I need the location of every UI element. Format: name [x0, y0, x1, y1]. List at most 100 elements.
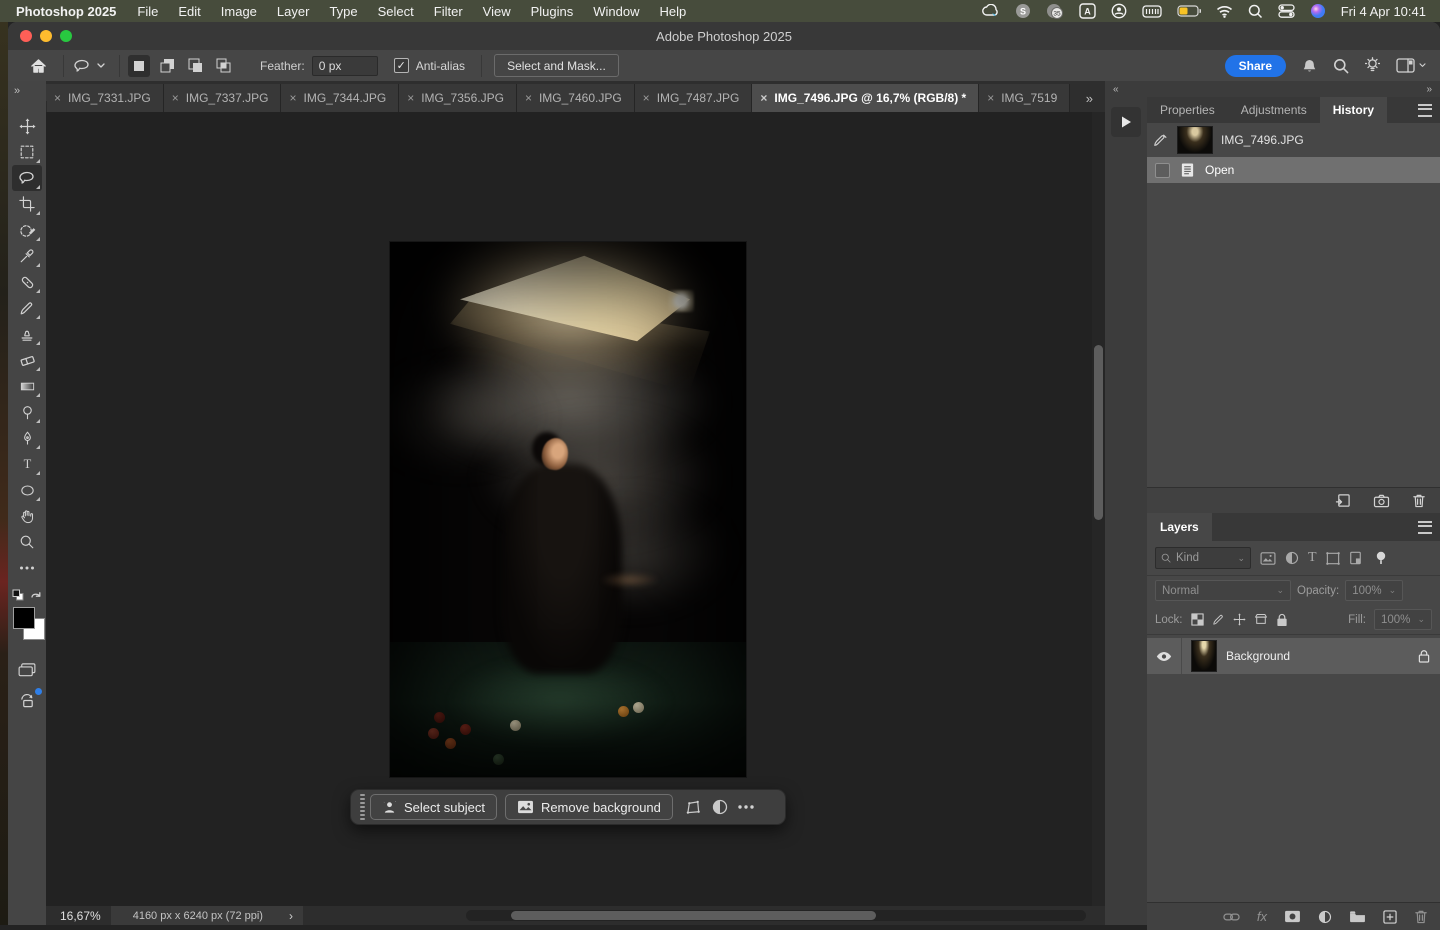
lasso-tool[interactable]: [12, 165, 42, 191]
menu-item-window[interactable]: Window: [593, 4, 639, 19]
menu-bar-clock[interactable]: Fri 4 Apr 10:41: [1341, 4, 1426, 19]
input-source-icon[interactable]: A: [1079, 3, 1096, 19]
filter-type-layers-icon[interactable]: T: [1308, 550, 1317, 566]
document-tab[interactable]: ×IMG_7519: [979, 84, 1070, 112]
menu-item-select[interactable]: Select: [378, 4, 414, 19]
add-to-selection-icon[interactable]: [156, 55, 178, 77]
s-app-icon[interactable]: S: [1015, 3, 1031, 19]
subtract-from-selection-icon[interactable]: [184, 55, 206, 77]
shape-tool[interactable]: [12, 477, 42, 503]
object-selection-tool[interactable]: [12, 217, 42, 243]
tab-close-icon[interactable]: ×: [760, 91, 767, 105]
lock-all-icon[interactable]: [1276, 613, 1288, 627]
menu-app-name[interactable]: Photoshop 2025: [16, 4, 116, 19]
document-tab[interactable]: ×IMG_7487.JPG: [635, 84, 753, 112]
battery-icon[interactable]: [1177, 3, 1201, 19]
badge-35-icon[interactable]: 35: [1046, 3, 1064, 19]
tab-history[interactable]: History: [1320, 97, 1387, 123]
search-icon[interactable]: [1333, 58, 1349, 74]
delete-state-trash-icon[interactable]: [1412, 493, 1426, 508]
blend-mode-dropdown[interactable]: Normal ⌄: [1155, 580, 1291, 601]
vertical-scrollbar-thumb[interactable]: [1094, 345, 1103, 520]
select-and-mask-button[interactable]: Select and Mask...: [494, 54, 619, 77]
keyboard-battery-icon[interactable]: [1142, 3, 1162, 19]
menu-item-edit[interactable]: Edit: [178, 4, 200, 19]
link-layers-icon[interactable]: [1223, 912, 1240, 922]
new-selection-icon[interactable]: [128, 55, 150, 77]
new-adjustment-layer-icon[interactable]: [1318, 910, 1332, 924]
maximize-button[interactable]: [60, 30, 72, 42]
layer-thumbnail[interactable]: [1191, 640, 1217, 672]
new-snapshot-camera-icon[interactable]: [1373, 494, 1390, 508]
home-icon[interactable]: [30, 58, 47, 74]
horizontal-scrollbar-thumb[interactable]: [511, 911, 876, 920]
window-title-bar[interactable]: Adobe Photoshop 2025: [8, 22, 1440, 51]
actions-panel-icon[interactable]: [1111, 107, 1141, 137]
lock-transparency-icon[interactable]: [1191, 613, 1204, 626]
eyedropper-tool[interactable]: [12, 243, 42, 269]
menu-item-plugins[interactable]: Plugins: [531, 4, 574, 19]
quick-mask-icon[interactable]: [12, 657, 42, 683]
type-tool[interactable]: T: [12, 451, 42, 477]
menu-item-type[interactable]: Type: [329, 4, 357, 19]
history-snapshot-row[interactable]: IMG_7496.JPG: [1147, 123, 1440, 157]
creative-cloud-icon[interactable]: [982, 3, 1000, 19]
document-tab[interactable]: ×IMG_7344.JPG: [281, 84, 399, 112]
select-subject-button[interactable]: Select subject: [370, 794, 497, 820]
workspace-switcher-icon[interactable]: [1396, 58, 1426, 73]
menu-item-layer[interactable]: Layer: [277, 4, 310, 19]
collapse-dock-right-icon[interactable]: »: [1426, 84, 1432, 95]
lasso-tool-indicator-icon[interactable]: [72, 57, 105, 75]
add-layer-mask-icon[interactable]: [1284, 910, 1301, 923]
collapse-dock-left-icon[interactable]: «: [1113, 84, 1119, 95]
menu-item-image[interactable]: Image: [221, 4, 257, 19]
tab-close-icon[interactable]: ×: [172, 91, 179, 105]
document-info[interactable]: 4160 px x 6240 px (72 ppi) ›: [111, 906, 303, 925]
layer-filter-kind-dropdown[interactable]: Kind ⌄: [1155, 547, 1251, 569]
spot-healing-brush-tool[interactable]: [12, 269, 42, 295]
user-account-icon[interactable]: [1111, 3, 1127, 19]
menu-item-filter[interactable]: Filter: [434, 4, 463, 19]
crop-tool[interactable]: [12, 191, 42, 217]
tab-close-icon[interactable]: ×: [525, 91, 532, 105]
document-tab[interactable]: ×IMG_7331.JPG: [46, 84, 164, 112]
foreground-background-swatches[interactable]: [12, 605, 42, 645]
screen-mode-icon[interactable]: [12, 687, 42, 713]
eraser-tool[interactable]: [12, 347, 42, 373]
intersect-selection-icon[interactable]: [212, 55, 234, 77]
layers-panel-menu-icon[interactable]: [1418, 513, 1440, 541]
control-center-icon[interactable]: [1278, 3, 1295, 19]
document-tab[interactable]: ×IMG_7460.JPG: [517, 84, 635, 112]
filter-toggle-icon[interactable]: [1375, 551, 1387, 565]
fill-dropdown[interactable]: 100% ⌄: [1374, 609, 1432, 630]
lock-position-icon[interactable]: [1233, 613, 1246, 626]
antialias-checkbox[interactable]: ✓: [394, 58, 409, 73]
foreground-color-swatch[interactable]: [13, 607, 35, 629]
menu-item-view[interactable]: View: [483, 4, 511, 19]
adjustments-icon[interactable]: [707, 799, 733, 815]
filter-smart-objects-icon[interactable]: [1349, 551, 1362, 565]
horizontal-scrollbar[interactable]: [466, 910, 1086, 921]
close-button[interactable]: [20, 30, 32, 42]
layer-name[interactable]: Background: [1226, 649, 1290, 663]
feather-input[interactable]: 0 px: [312, 56, 378, 76]
canvas-area[interactable]: [46, 112, 1105, 906]
discover-lightbulb-icon[interactable]: [1365, 57, 1380, 74]
notifications-bell-icon[interactable]: [1302, 58, 1317, 74]
gradient-tool[interactable]: [12, 373, 42, 399]
tab-close-icon[interactable]: ×: [54, 91, 61, 105]
document-tab[interactable]: ×IMG_7337.JPG: [164, 84, 282, 112]
brush-tool[interactable]: [12, 295, 42, 321]
canvas-image[interactable]: [390, 242, 746, 777]
panel-menu-icon[interactable]: [1418, 97, 1440, 123]
history-state-row[interactable]: Open: [1147, 157, 1440, 183]
history-source-checkbox[interactable]: [1155, 163, 1170, 178]
tab-overflow-chevrons[interactable]: »: [1086, 91, 1105, 112]
clone-stamp-tool[interactable]: [12, 321, 42, 347]
status-chevron-icon[interactable]: ›: [289, 909, 293, 923]
lock-artboard-icon[interactable]: [1254, 613, 1268, 626]
tab-close-icon[interactable]: ×: [289, 91, 296, 105]
transform-icon[interactable]: [681, 800, 707, 815]
spotlight-icon[interactable]: [1248, 3, 1263, 19]
remove-background-button[interactable]: Remove background: [505, 794, 673, 820]
